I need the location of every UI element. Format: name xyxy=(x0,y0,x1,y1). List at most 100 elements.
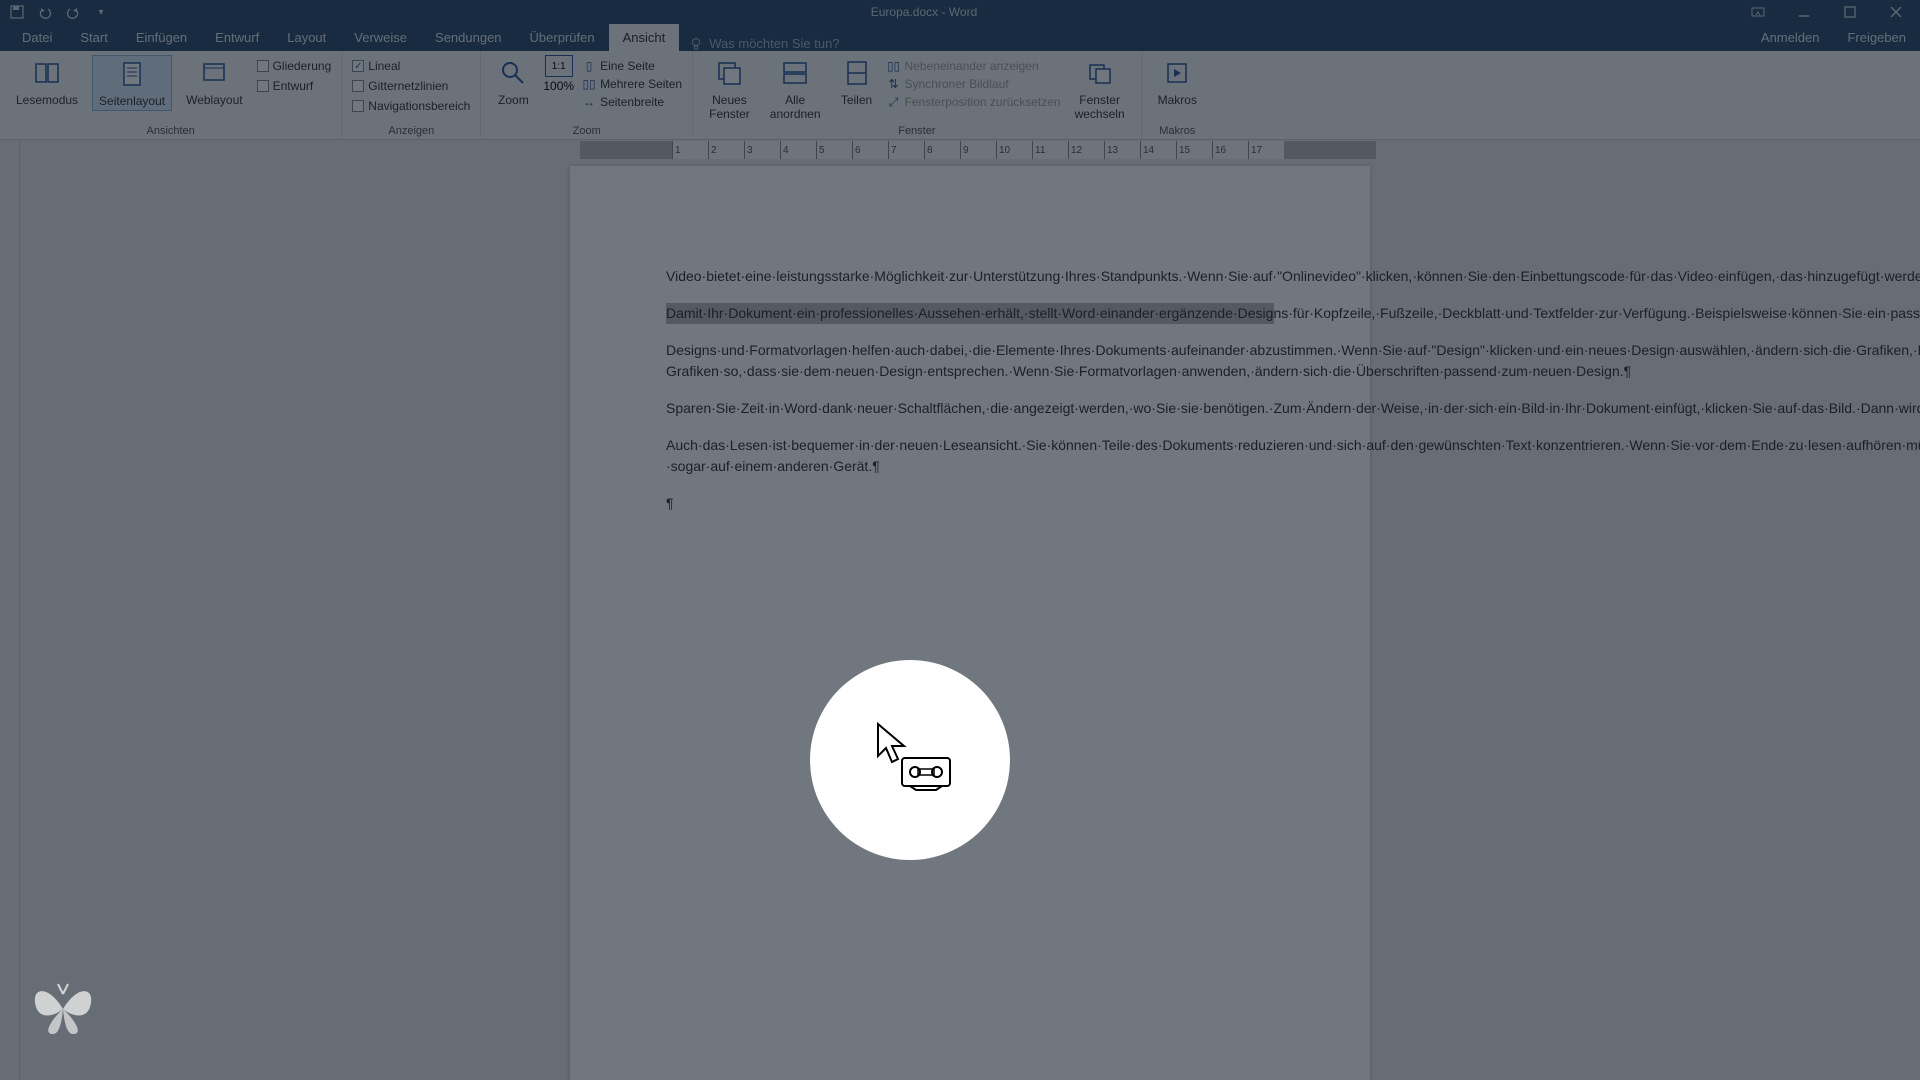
split-icon xyxy=(841,57,873,89)
anmelden-link[interactable]: Anmelden xyxy=(1747,24,1834,51)
tab-datei[interactable]: Datei xyxy=(8,24,66,51)
ruler-tick: 16 xyxy=(1212,141,1248,159)
neues-fenster-button[interactable]: Neues Fenster xyxy=(703,55,756,123)
group-ansichten: Lesemodus Seitenlayout Weblayout Glieder… xyxy=(0,51,342,139)
fenster-wechseln-button[interactable]: Fenster wechseln xyxy=(1069,55,1131,123)
zoom-100-icon: 1:1 xyxy=(545,55,573,77)
lightbulb-icon xyxy=(689,37,703,51)
tab-verweise[interactable]: Verweise xyxy=(340,24,421,51)
ruler-tick: 2 xyxy=(708,141,744,159)
group-zoom: Zoom 1:1 100% ▯Eine Seite ▯▯Mehrere Seit… xyxy=(481,51,693,139)
seitenlayout-label: Seitenlayout xyxy=(99,94,165,108)
minimize-icon[interactable] xyxy=(1786,0,1822,24)
ruler-tick: 14 xyxy=(1140,141,1176,159)
synchroner-button: ⇅Synchroner Bildlauf xyxy=(887,77,1061,91)
reading-mode-icon xyxy=(31,57,63,89)
group-anzeigen: ✓Lineal Gitternetzlinien Navigationsbere… xyxy=(342,51,481,139)
ruler-tick: 17 xyxy=(1248,141,1284,159)
web-layout-icon xyxy=(198,57,230,89)
vertical-ruler xyxy=(0,140,20,1080)
qat-customize-icon[interactable]: ▾ xyxy=(94,5,108,19)
teilen-label: Teilen xyxy=(841,93,872,107)
paragraph-selected[interactable]: Damit·Ihr·Dokument·ein·professionelles·A… xyxy=(666,303,1274,324)
fenster-wechseln-label: Fenster wechseln xyxy=(1075,93,1125,121)
paragraph[interactable]: ¶ xyxy=(666,493,1274,514)
page-layout-icon xyxy=(116,58,148,90)
switch-window-icon xyxy=(1084,57,1116,89)
group-fenster: Neues Fenster Alle anordnen Teilen ▯▯Neb… xyxy=(693,51,1142,139)
tab-ansicht[interactable]: Ansicht xyxy=(609,24,680,51)
tab-sendungen[interactable]: Sendungen xyxy=(421,24,516,51)
ribbon-tabs: Datei Start Einfügen Entwurf Layout Verw… xyxy=(0,24,1920,51)
zoom-100-button[interactable]: 1:1 100% xyxy=(543,55,574,93)
fensterposition-button: ⤢Fensterposition zurücksetzen xyxy=(887,95,1061,109)
ruler-tick: 5 xyxy=(816,141,852,159)
side-by-side-icon: ▯▯ xyxy=(887,59,901,73)
lesemodus-label: Lesemodus xyxy=(16,93,78,107)
tell-me-input[interactable]: Was möchten Sie tun? xyxy=(709,36,839,51)
ruler-tick: 13 xyxy=(1104,141,1140,159)
entwurf-check[interactable]: Entwurf xyxy=(257,79,332,93)
paragraph[interactable]: Sparen·Sie·Zeit·in·Word·dank·neuer·Schal… xyxy=(666,398,1274,419)
save-icon[interactable] xyxy=(10,5,24,19)
freigeben-button[interactable]: Freigeben xyxy=(1833,24,1920,51)
ruler-tick: 7 xyxy=(888,141,924,159)
zoom-button[interactable]: Zoom xyxy=(491,55,535,109)
paragraph[interactable]: Designs·und·Formatvorlagen·helfen·auch·d… xyxy=(666,340,1274,382)
document-page[interactable]: Video·bietet·eine·leistungsstarke·Möglic… xyxy=(570,166,1370,1080)
paragraph[interactable]: Auch·das·Lesen·ist·bequemer·in·der·neuen… xyxy=(666,435,1274,477)
gliederung-check[interactable]: Gliederung xyxy=(257,59,332,73)
weblayout-label: Weblayout xyxy=(186,93,242,107)
reset-pos-icon: ⤢ xyxy=(887,95,901,109)
ruler-tick: 4 xyxy=(780,141,816,159)
ruler-tick: 1 xyxy=(672,141,708,159)
paragraph[interactable]: Video·bietet·eine·leistungsstarke·Möglic… xyxy=(666,266,1274,287)
work-area: 1234567891011121314151617 Video·bietet·e… xyxy=(0,140,1920,1080)
ribbon: Lesemodus Seitenlayout Weblayout Glieder… xyxy=(0,51,1920,140)
butterfly-watermark-icon xyxy=(28,979,98,1044)
tab-layout[interactable]: Layout xyxy=(273,24,340,51)
group-fenster-label: Fenster xyxy=(703,123,1131,137)
makros-button[interactable]: Makros xyxy=(1152,55,1203,109)
seitenbreite-button[interactable]: ↔Seitenbreite xyxy=(582,95,682,109)
makros-label: Makros xyxy=(1158,93,1197,107)
undo-icon[interactable] xyxy=(38,5,52,19)
ruler-tick: 9 xyxy=(960,141,996,159)
ruler-tick: 10 xyxy=(996,141,1032,159)
tab-einfuegen[interactable]: Einfügen xyxy=(122,24,201,51)
group-anzeigen-label: Anzeigen xyxy=(352,123,470,137)
alle-anordnen-button[interactable]: Alle anordnen xyxy=(764,55,827,123)
group-makros-label: Makros xyxy=(1152,123,1203,137)
titlebar: ▾ Europa.docx - Word xyxy=(0,0,1920,24)
ruler-tick: 8 xyxy=(924,141,960,159)
sync-scroll-icon: ⇅ xyxy=(887,77,901,91)
ruler-tick: 12 xyxy=(1068,141,1104,159)
weblayout-button[interactable]: Weblayout xyxy=(180,55,248,109)
navigation-check[interactable]: Navigationsbereich xyxy=(352,99,470,113)
ruler-tick: 15 xyxy=(1176,141,1212,159)
tab-ueberpruefen[interactable]: Überprüfen xyxy=(516,24,609,51)
seitenlayout-button[interactable]: Seitenlayout xyxy=(92,55,172,111)
ribbon-display-icon[interactable] xyxy=(1740,0,1776,24)
mehrere-seiten-button[interactable]: ▯▯Mehrere Seiten xyxy=(582,77,682,91)
lesemodus-button[interactable]: Lesemodus xyxy=(10,55,84,109)
horizontal-ruler: 1234567891011121314151617 xyxy=(580,140,1380,160)
tab-start[interactable]: Start xyxy=(66,24,121,51)
one-page-icon: ▯ xyxy=(582,59,596,73)
ruler-tick: 3 xyxy=(744,141,780,159)
ruler-tick: 6 xyxy=(852,141,888,159)
arrange-all-icon xyxy=(779,57,811,89)
zoom-label: Zoom xyxy=(498,93,529,107)
group-zoom-label: Zoom xyxy=(491,123,682,137)
ruler-tick: 11 xyxy=(1032,141,1068,159)
maximize-icon[interactable] xyxy=(1832,0,1868,24)
tab-entwurf[interactable]: Entwurf xyxy=(201,24,273,51)
teilen-button[interactable]: Teilen xyxy=(835,55,879,109)
group-ansichten-label: Ansichten xyxy=(10,123,331,137)
redo-icon[interactable] xyxy=(66,5,80,19)
lineal-check[interactable]: ✓Lineal xyxy=(352,59,470,73)
eine-seite-button[interactable]: ▯Eine Seite xyxy=(582,59,682,73)
neues-fenster-label: Neues Fenster xyxy=(709,93,750,121)
close-icon[interactable] xyxy=(1878,0,1914,24)
gitternetzlinien-check[interactable]: Gitternetzlinien xyxy=(352,79,470,93)
